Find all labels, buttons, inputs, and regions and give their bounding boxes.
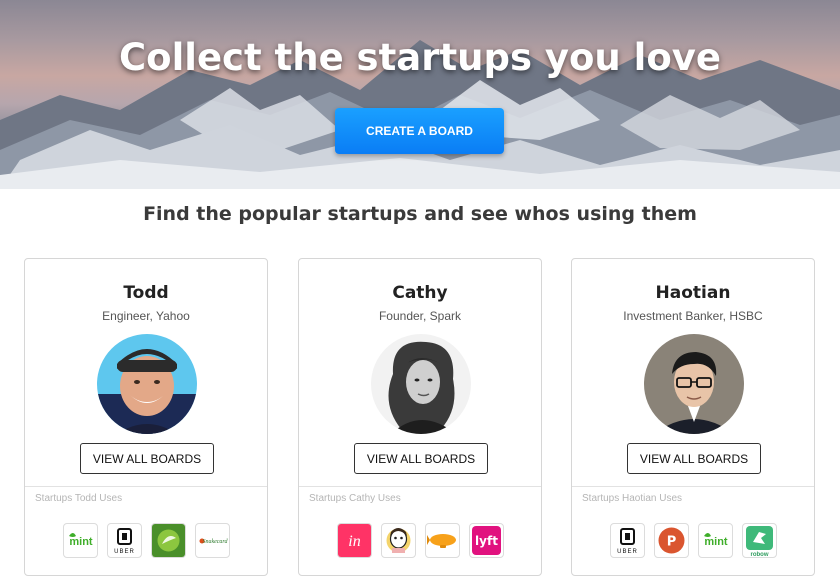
view-all-boards-button[interactable]: VIEW ALL BOARDS (627, 443, 761, 474)
startup-logo-list: UBER P mint robow (572, 523, 814, 558)
blimp-logo-icon[interactable] (424, 523, 460, 558)
view-all-boards-button[interactable]: VIEW ALL BOARDS (80, 443, 214, 474)
profile-role: Founder, Spark (378, 309, 462, 323)
svg-text:lyft: lyft (475, 534, 498, 548)
avatar (97, 334, 197, 434)
svg-text:in: in (348, 533, 360, 550)
mint-logo-icon[interactable]: mint (62, 523, 98, 558)
mountain-background (0, 40, 840, 189)
svg-text:UBER: UBER (114, 549, 135, 555)
avatar (644, 334, 744, 434)
svg-text:Snakecard: Snakecard (202, 539, 228, 545)
robinhood-logo-icon[interactable]: robow (741, 523, 777, 558)
create-board-button[interactable]: CREATE A BOARD (335, 108, 504, 154)
profile-card-cathy: Cathy Founder, Spark VIEW ALL BOARDS Sta… (298, 258, 542, 576)
section-title: Find the popular startups and see whos u… (143, 203, 697, 225)
producthunt-logo-icon[interactable]: P (653, 523, 689, 558)
uber-logo-icon[interactable]: UBER (609, 523, 645, 558)
startups-uses-label: Startups Todd Uses (35, 493, 123, 504)
divider (25, 486, 267, 487)
mint-logo-icon[interactable]: mint (697, 523, 733, 558)
profile-card-todd: Todd Engineer, Yahoo VIEW ALL BOARDS Sta… (24, 258, 268, 576)
profile-name: Cathy (392, 283, 448, 303)
divider (299, 486, 541, 487)
svg-text:mint: mint (69, 536, 93, 548)
mailchimp-logo-icon[interactable] (380, 523, 416, 558)
startups-uses-label: Startups Haotian Uses (582, 493, 683, 504)
snakecard-logo-icon[interactable]: Snakecard (194, 523, 230, 558)
hello-fresh-logo-icon[interactable] (150, 523, 186, 558)
svg-text:mint: mint (704, 536, 728, 548)
svg-text:robow: robow (750, 552, 768, 557)
hero-title: Collect the startups you love (119, 36, 721, 79)
startup-logo-list: mint UBER Snakecard (25, 523, 267, 558)
hero-banner: Collect the startups you love CREATE A B… (0, 0, 840, 189)
svg-text:UBER: UBER (617, 549, 638, 555)
profile-role: Engineer, Yahoo (102, 309, 190, 323)
profile-card-haotian: Haotian Investment Banker, HSBC VIEW ALL… (571, 258, 815, 576)
divider (572, 486, 814, 487)
svg-text:P: P (666, 535, 676, 550)
startup-logo-list: in lyft (299, 523, 541, 558)
avatar (371, 334, 471, 434)
invision-logo-icon[interactable]: in (336, 523, 372, 558)
uber-logo-icon[interactable]: UBER (106, 523, 142, 558)
view-all-boards-button[interactable]: VIEW ALL BOARDS (354, 443, 488, 474)
lyft-logo-icon[interactable]: lyft (468, 523, 504, 558)
profile-name: Haotian (655, 283, 731, 303)
profile-name: Todd (123, 283, 169, 303)
profile-role: Investment Banker, HSBC (623, 309, 763, 323)
startups-uses-label: Startups Cathy Uses (309, 493, 401, 504)
